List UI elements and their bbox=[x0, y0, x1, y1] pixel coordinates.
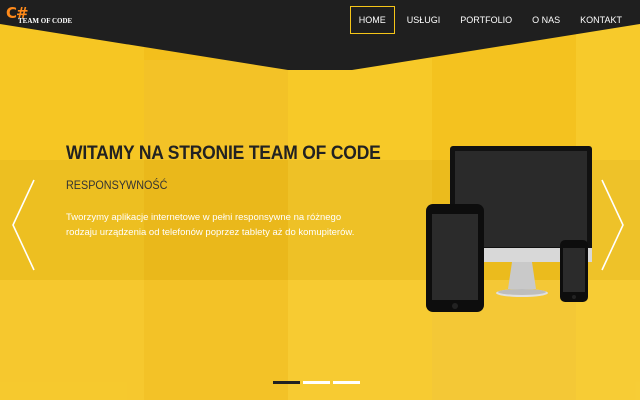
nav-item-uslugi[interactable]: USŁUGI bbox=[397, 6, 451, 34]
slide-text: Tworzymy aplikacje internetowe w pełni r… bbox=[66, 212, 355, 238]
chevron-right-icon bbox=[601, 179, 624, 271]
site-header: C# TEAM OF CODE HOME USŁUGI PORTFOLIO O … bbox=[0, 0, 640, 70]
carousel-prev-button[interactable] bbox=[10, 178, 36, 272]
chevron-left-icon bbox=[12, 179, 35, 271]
nav-item-o-nas[interactable]: O NAS bbox=[522, 6, 570, 34]
slide-subtitle: RESPONSYWNOŚĆ bbox=[66, 178, 168, 192]
nav-item-home[interactable]: HOME bbox=[349, 6, 395, 34]
nav-item-kontakt[interactable]: KONTAKT bbox=[570, 6, 632, 34]
carousel-indicators bbox=[273, 381, 360, 384]
slide-title: WITAMY NA STRONIE TEAM OF CODE bbox=[66, 143, 381, 164]
logo-text: TEAM OF CODE bbox=[18, 17, 73, 25]
carousel-indicator-2[interactable] bbox=[303, 381, 330, 384]
carousel-indicator-3[interactable] bbox=[333, 381, 360, 384]
nav-item-portfolio[interactable]: PORTFOLIO bbox=[450, 6, 522, 34]
logo[interactable]: C# TEAM OF CODE bbox=[6, 4, 76, 30]
carousel-next-button[interactable] bbox=[600, 178, 626, 272]
devices-illustration bbox=[424, 144, 600, 316]
main-nav: HOME USŁUGI PORTFOLIO O NAS KONTAKT bbox=[349, 6, 632, 34]
carousel-indicator-1[interactable] bbox=[273, 381, 300, 384]
devices-image bbox=[426, 146, 592, 312]
